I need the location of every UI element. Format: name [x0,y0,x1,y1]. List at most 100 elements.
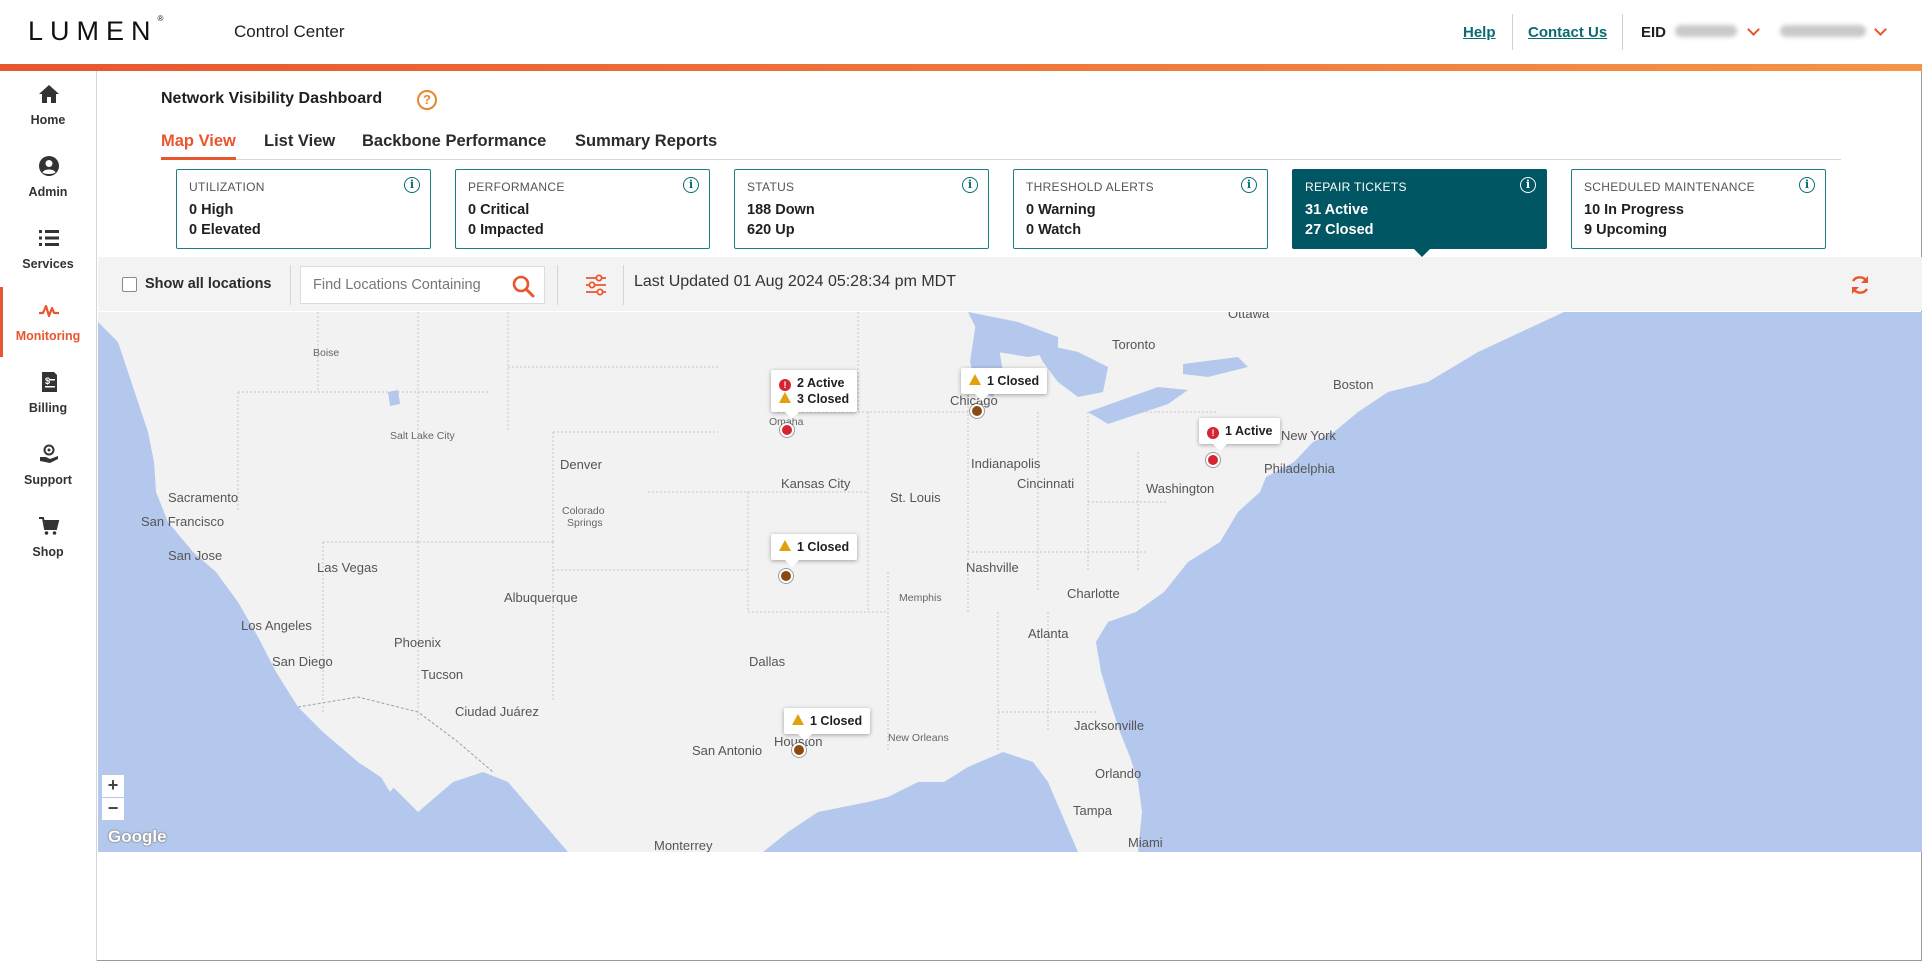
page-title: Network Visibility Dashboard [161,90,383,107]
tooltip-text: 3 Closed [797,392,850,406]
location-search-input[interactable] [301,267,501,303]
city-label: Charlotte [1067,586,1120,601]
city-label: Nashville [966,560,1019,575]
marker-tooltip-chicago[interactable]: 1 Closed [961,368,1048,401]
refresh-icon[interactable] [1849,274,1871,296]
card-value: 0 Critical [468,202,530,218]
tab-map-view[interactable]: Map View [161,132,236,160]
info-icon[interactable]: i [683,177,699,193]
marker-tooltip-omaha[interactable]: ! 2 Active 3 Closed [771,370,858,419]
help-link[interactable]: Help [1463,24,1496,41]
eid-chevron-down-icon[interactable] [1747,23,1760,36]
tooltip-text: 1 Closed [987,374,1040,388]
info-icon[interactable]: i [962,177,978,193]
user-name-redacted[interactable] [1780,25,1866,37]
card-value: 188 Down [747,202,815,218]
tab-list-view[interactable]: List View [264,132,335,157]
google-attribution: Google [108,827,167,846]
search-icon[interactable] [511,274,535,298]
marker-tooltip-new-york[interactable]: ! 1 Active [1199,418,1281,451]
city-label: Phoenix [394,635,441,650]
sidebar-nav: Home Admin Services Monitoring $ Billing… [0,71,97,961]
marker-tooltip-tulsa[interactable]: 1 Closed [771,534,858,567]
map-toolbar: Show all locations Last Updated 01 Aug 2… [98,257,1922,311]
sidebar-item-shop[interactable]: Shop [0,503,96,573]
city-label: Miami [1128,835,1163,850]
city-label: Tucson [421,667,464,682]
warning-icon [969,374,981,385]
sidebar-item-admin[interactable]: Admin [0,143,96,213]
sidebar-item-billing[interactable]: $ Billing [0,359,96,429]
last-updated-text: Last Updated 01 Aug 2024 05:28:34 pm MDT [634,273,956,290]
header-divider [1622,14,1623,50]
card-performance[interactable]: PERFORMANCE 0 Critical 0 Impacted i [455,169,710,249]
card-status[interactable]: STATUS 188 Down 620 Up i [734,169,989,249]
map-canvas[interactable]: Ottawa Toronto Boston Boise Salt Lake Ci… [98,312,1922,852]
city-label: Sacramento [168,490,239,505]
city-label: San Francisco [141,514,225,529]
show-all-locations-checkbox[interactable] [122,277,137,292]
sidebar-item-label: Admin [28,185,68,199]
card-scheduled-maintenance[interactable]: SCHEDULED MAINTENANCE 10 In Progress 9 U… [1571,169,1826,249]
card-value: 0 Watch [1026,222,1082,238]
city-label: Tampa [1073,803,1113,818]
sidebar-item-label: Support [24,473,72,487]
warning-icon [779,540,791,551]
tooltip-arrow [785,560,799,567]
tab-backbone-performance[interactable]: Backbone Performance [362,132,546,157]
city-label: Las Vegas [317,560,378,575]
top-header: LUMEN® Control Center Help Contact Us EI… [0,0,1922,64]
card-value: 620 Up [747,222,795,238]
city-label: Denver [560,457,602,472]
sidebar-item-label: Services [22,257,74,271]
city-label: New Orleans [888,732,949,744]
info-icon[interactable]: i [1241,177,1257,193]
card-value: 0 Impacted [468,222,544,238]
filter-sliders-icon[interactable] [585,274,607,296]
sidebar-item-services[interactable]: Services [0,215,96,285]
location-search [300,266,545,304]
eid-value-redacted[interactable] [1675,25,1737,37]
contact-us-link[interactable]: Contact Us [1528,24,1607,41]
sidebar-item-monitoring[interactable]: Monitoring [0,287,96,357]
info-icon[interactable]: i [404,177,420,193]
ticket-marker-houston[interactable] [792,743,806,757]
card-utilization[interactable]: UTILIZATION 0 High 0 Elevated i [176,169,431,249]
user-chevron-down-icon[interactable] [1874,23,1887,36]
tab-summary-reports[interactable]: Summary Reports [575,132,717,157]
ticket-marker-new-york[interactable] [1206,453,1220,467]
zoom-in-button[interactable]: + [102,775,124,797]
card-title: REPAIR TICKETS [1305,180,1407,194]
sidebar-item-support[interactable]: Support [0,431,96,501]
tooltip-arrow [785,412,799,419]
info-icon[interactable]: i [1799,177,1815,193]
pulse-icon [39,304,59,318]
sidebar-item-label: Monitoring [15,329,81,343]
ticket-marker-tulsa[interactable] [779,569,793,583]
card-threshold-alerts[interactable]: THRESHOLD ALERTS 0 Warning 0 Watch i [1013,169,1268,249]
city-label: Boise [313,347,340,359]
city-label: Albuquerque [504,590,578,605]
svg-text:$: $ [45,376,50,386]
help-icon[interactable]: ? [417,90,437,110]
ticket-marker-chicago[interactable] [970,404,984,418]
city-label: Los Angeles [241,618,312,633]
marker-tooltip-houston[interactable]: 1 Closed [784,708,871,741]
sidebar-item-home[interactable]: Home [0,71,96,141]
user-icon [39,156,59,176]
support-icon [40,444,58,463]
lumen-logo[interactable]: LUMEN® [28,14,163,47]
city-label: Monterrey [654,838,713,852]
card-value: 0 Elevated [189,222,261,238]
error-icon: ! [779,379,791,391]
card-repair-tickets[interactable]: REPAIR TICKETS 31 Active 27 Closed i [1292,169,1547,257]
ticket-marker-omaha[interactable] [780,423,794,437]
sidebar-item-label: Shop [32,545,64,559]
brand-accent-bar [0,64,1922,71]
city-label: Memphis [899,592,942,604]
zoom-out-button[interactable]: − [102,798,124,820]
view-tabs: Map View List View Backbone Performance … [161,130,1841,160]
show-all-locations-label[interactable]: Show all locations [145,276,272,292]
city-label: New York [1281,428,1336,443]
info-icon[interactable]: i [1520,177,1536,193]
